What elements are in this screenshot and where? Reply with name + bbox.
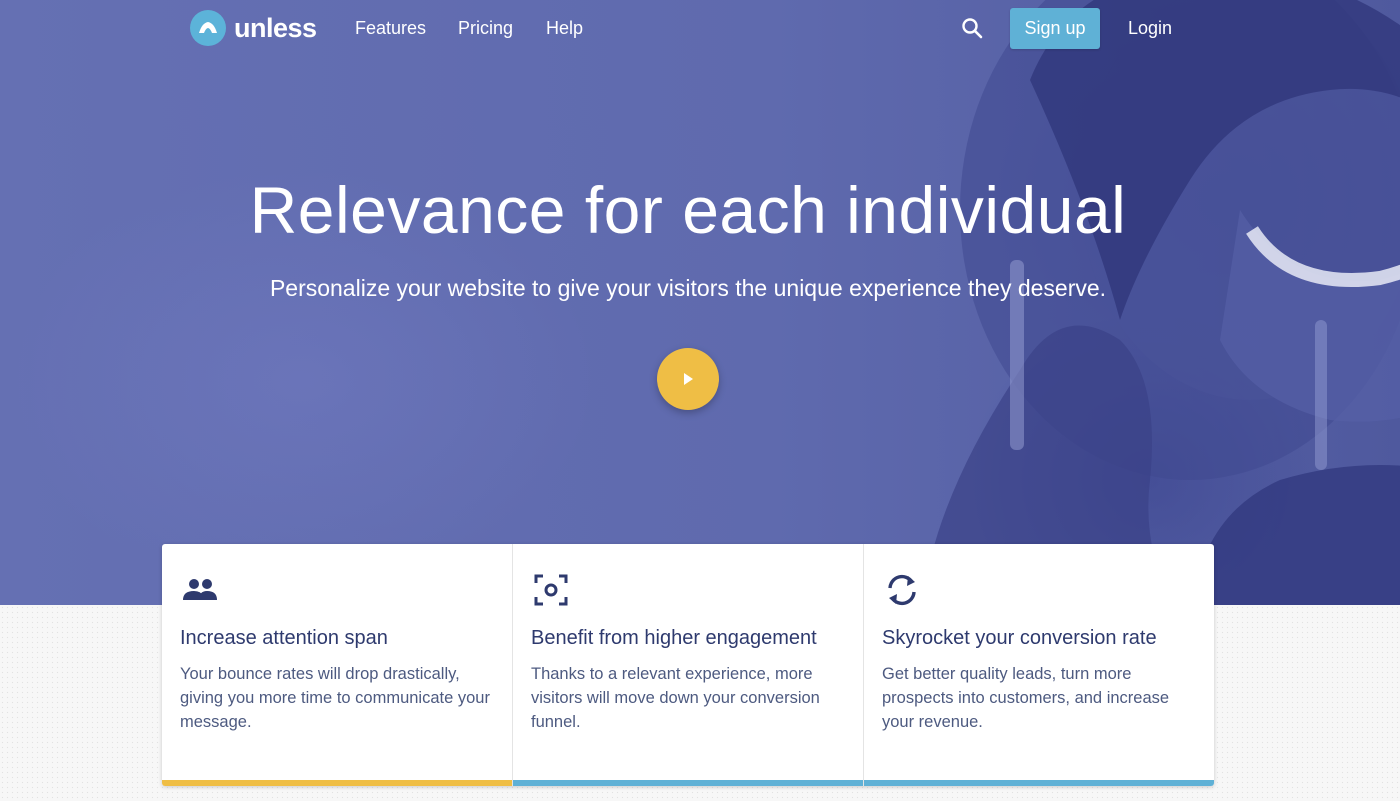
feature-title: Benefit from higher engagement	[531, 627, 817, 649]
card-accent-bar	[864, 780, 1214, 786]
hero-background-photo	[922, 0, 1400, 605]
signup-button[interactable]: Sign up	[1010, 8, 1100, 49]
feature-cards: Increase attention span Your bounce rate…	[162, 544, 1214, 786]
search-icon[interactable]	[961, 17, 983, 39]
top-navigation: unless Features Pricing Help Sign up Log…	[0, 0, 1400, 58]
feature-card-attention: Increase attention span Your bounce rate…	[162, 544, 512, 786]
card-accent-bar	[162, 780, 512, 786]
users-icon	[183, 579, 217, 600]
feature-description: Get better quality leads, turn more pros…	[882, 665, 1170, 731]
nav-link-pricing[interactable]: Pricing	[458, 18, 513, 39]
login-link[interactable]: Login	[1128, 18, 1172, 39]
hero-section: unless Features Pricing Help Sign up Log…	[0, 0, 1400, 605]
refresh-icon	[888, 574, 916, 606]
feature-description: Thanks to a relevant experience, more vi…	[531, 665, 820, 731]
nav-link-help[interactable]: Help	[546, 18, 583, 39]
feature-card-engagement: Benefit from higher engagement Thanks to…	[512, 544, 863, 786]
feature-title: Skyrocket your conversion rate	[882, 627, 1157, 649]
feature-description: Your bounce rates will drop drastically,…	[180, 665, 490, 731]
brand-name: unless	[234, 12, 317, 43]
brand-logo[interactable]: unless	[190, 10, 317, 46]
play-video-button[interactable]	[657, 348, 719, 410]
logo-mark-icon	[190, 10, 226, 46]
focus-target-icon	[534, 574, 568, 606]
nav-link-features[interactable]: Features	[355, 18, 426, 39]
feature-card-conversion: Skyrocket your conversion rate Get bette…	[863, 544, 1214, 786]
card-accent-bar	[513, 780, 863, 786]
hero-subtitle: Personalize your website to give your vi…	[269, 275, 1107, 301]
feature-title: Increase attention span	[180, 627, 388, 649]
hero-title: Relevance for each individual	[249, 173, 1127, 247]
play-icon	[684, 373, 693, 385]
